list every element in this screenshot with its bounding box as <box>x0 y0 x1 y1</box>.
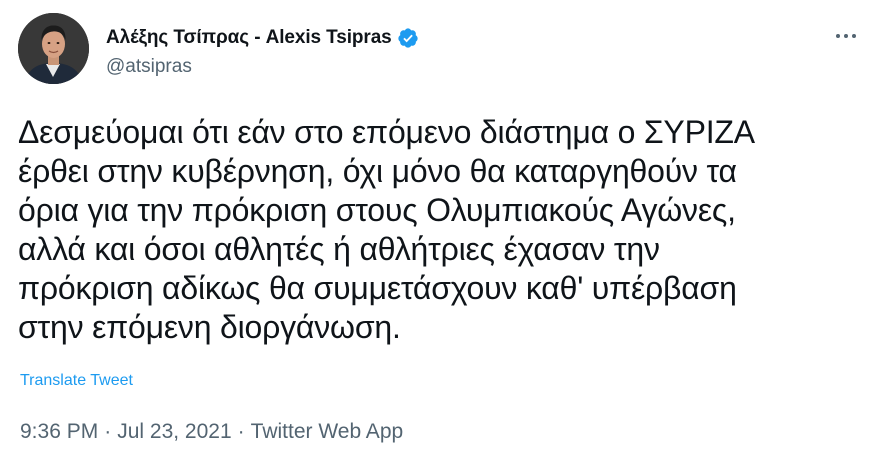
tweet-time[interactable]: 9:36 PM <box>20 420 98 443</box>
tweet-date[interactable]: Jul 23, 2021 <box>117 420 231 443</box>
more-options-button[interactable] <box>829 24 863 48</box>
author-display-name[interactable]: Αλέξης Τσίπρας - Alexis Tsipras <box>106 27 392 49</box>
meta-separator: · <box>237 420 245 443</box>
more-horizontal-icon <box>836 34 856 38</box>
verified-badge-icon <box>397 27 419 49</box>
tweet-metadata: 9:36 PM · Jul 23, 2021 · Twitter Web App <box>20 420 403 444</box>
tweet-text-line: Δεσμεύομαι ότι εάν στο επόμενο διάστημα … <box>18 114 755 150</box>
tweet-source[interactable]: Twitter Web App <box>251 420 404 443</box>
tweet-text: Δεσμεύομαι ότι εάν στο επόμενο διάστημα … <box>18 113 868 347</box>
author-name-row[interactable]: Αλέξης Τσίπρας - Alexis Tsipras <box>106 24 419 52</box>
tweet-text-line: έρθει στην κυβέρνηση, όχι μόνο θα καταργ… <box>18 153 737 189</box>
avatar[interactable] <box>18 13 89 84</box>
tweet-text-line: πρόκριση αδίκως θα συμμετάσχουν καθ' υπέ… <box>18 270 737 306</box>
meta-separator: · <box>104 420 112 443</box>
tweet-text-line: αλλά και όσοι αθλητές ή αθλήτριες έχασαν… <box>18 231 660 267</box>
person-portrait-icon <box>18 13 89 84</box>
translate-tweet-link[interactable]: Translate Tweet <box>20 372 133 390</box>
tweet-text-line: στην επόμενη διοργάνωση. <box>18 309 401 345</box>
tweet-text-line: όρια για την πρόκριση στους Ολυμπιακούς … <box>18 192 736 228</box>
author-handle[interactable]: @atsipras <box>106 56 192 78</box>
